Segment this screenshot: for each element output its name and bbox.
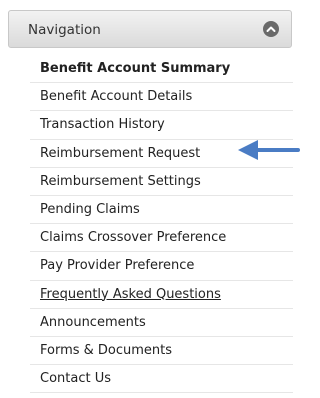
nav-item-announcements[interactable]: Announcements xyxy=(30,309,293,337)
nav-item-claims-crossover-preference[interactable]: Claims Crossover Preference xyxy=(30,224,293,253)
nav-item-faq[interactable]: Frequently Asked Questions xyxy=(30,281,293,309)
navigation-header[interactable]: Navigation xyxy=(8,10,292,48)
nav-item-transaction-history[interactable]: Transaction History xyxy=(30,111,293,140)
nav-item-forms-documents[interactable]: Forms & Documents xyxy=(30,337,293,366)
navigation-panel: Navigation Benefit Account Summary Benef… xyxy=(0,0,301,398)
nav-item-benefit-account-summary[interactable]: Benefit Account Summary xyxy=(30,55,293,84)
chevron-up-icon[interactable] xyxy=(263,21,279,37)
nav-item-benefit-account-details[interactable]: Benefit Account Details xyxy=(30,83,293,112)
nav-item-pay-provider-preference[interactable]: Pay Provider Preference xyxy=(30,252,293,281)
arrow-left-icon xyxy=(238,140,300,160)
nav-item-reimbursement-settings[interactable]: Reimbursement Settings xyxy=(30,168,293,196)
nav-item-contact-us[interactable]: Contact Us xyxy=(30,365,293,394)
navigation-title: Navigation xyxy=(28,22,101,38)
nav-item-pending-claims[interactable]: Pending Claims xyxy=(30,196,293,225)
navigation-menu: Benefit Account Summary Benefit Account … xyxy=(30,55,293,394)
